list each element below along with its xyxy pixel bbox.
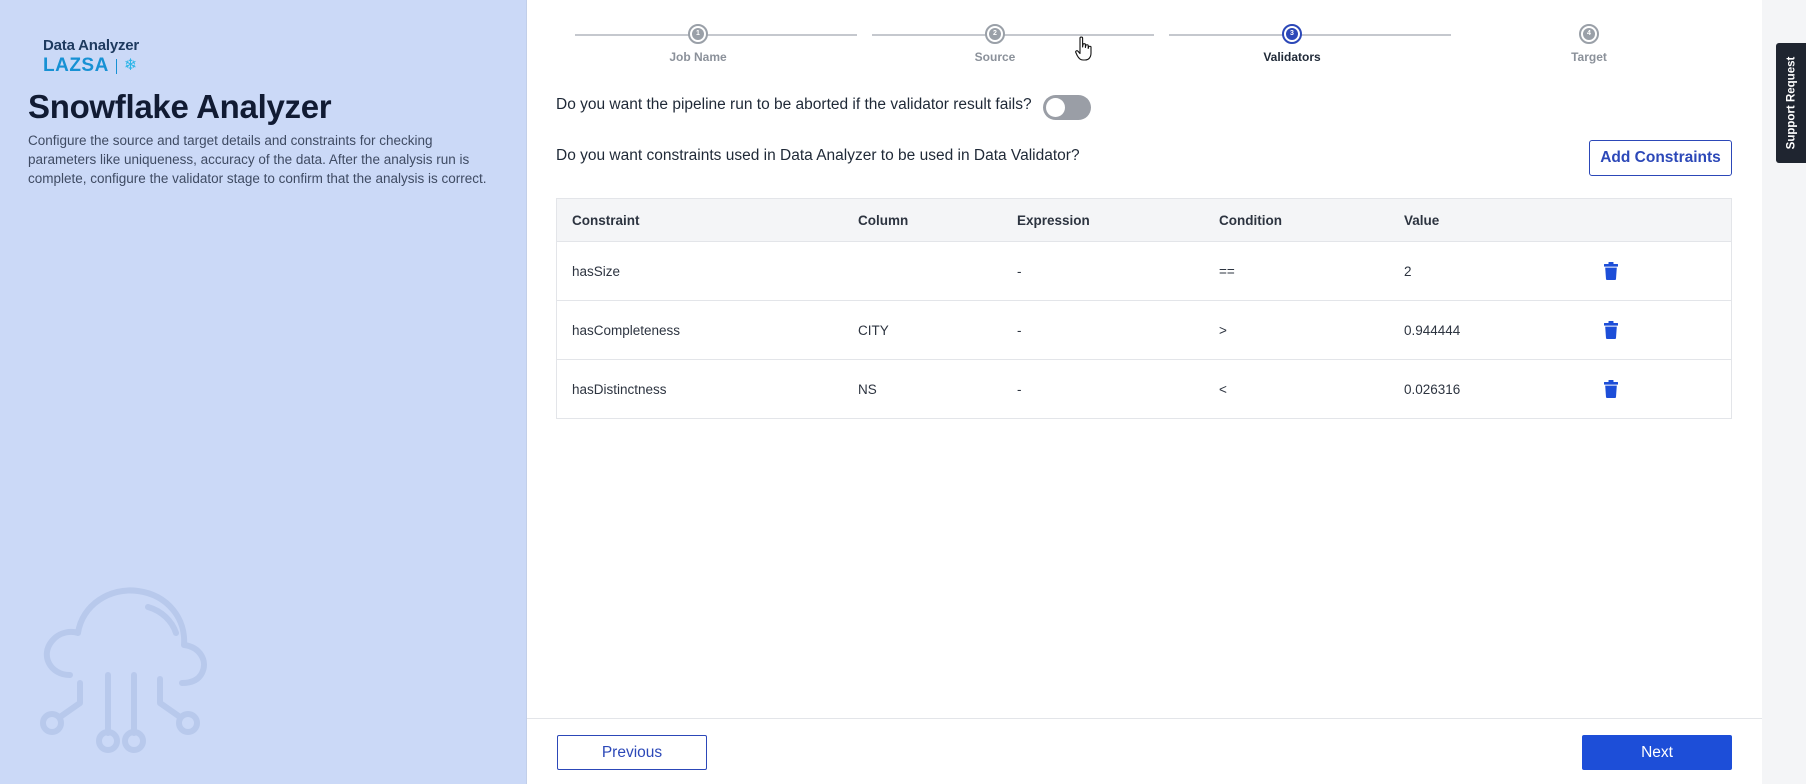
cell-column: CITY	[858, 322, 889, 338]
support-request-tab[interactable]: Support Request	[1776, 43, 1806, 163]
row-actions	[1604, 301, 1618, 359]
cell-column: NS	[858, 381, 877, 397]
header-condition: Condition	[1219, 212, 1282, 228]
intro-panel: Data Analyzer LAZSA ❄ Snowflake Analyzer…	[0, 0, 527, 784]
header-value: Value	[1404, 212, 1440, 228]
step-label: Target	[1571, 50, 1607, 64]
brand-divider	[115, 58, 117, 74]
step-label: Validators	[1263, 50, 1321, 64]
step-indicator: 3	[1282, 24, 1302, 44]
footer-divider	[527, 718, 1762, 719]
step-job-name[interactable]: 1 Job Name	[638, 24, 758, 64]
cell-expression: -	[1017, 322, 1022, 338]
cell-constraint: hasSize	[572, 263, 621, 279]
abort-toggle[interactable]	[1043, 95, 1091, 120]
page-title: Snowflake Analyzer	[28, 88, 332, 125]
next-button[interactable]: Next	[1582, 735, 1732, 770]
snowflake-icon: ❄	[123, 57, 138, 74]
hand-cursor-icon	[1075, 36, 1092, 61]
row-actions	[1604, 242, 1618, 300]
progress-stepper: 1 Job Name 2 Source 3 Validators 4 Targe…	[560, 20, 1705, 80]
trash-icon[interactable]	[1604, 262, 1618, 280]
constraints-table: Constraint Column Expression Condition V…	[556, 198, 1732, 419]
step-label: Job Name	[669, 50, 727, 64]
constraints-question: Do you want constraints used in Data Ana…	[556, 147, 1080, 164]
table-header: Constraint Column Expression Condition V…	[557, 199, 1731, 241]
step-target[interactable]: 4 Target	[1529, 24, 1649, 64]
step-source[interactable]: 2 Source	[935, 24, 1055, 64]
brand-logo: Data Analyzer LAZSA ❄	[43, 37, 139, 77]
cloud-circuit-icon	[40, 587, 207, 753]
cell-condition: >	[1219, 322, 1227, 338]
trash-icon[interactable]	[1604, 321, 1618, 339]
cell-value: 0.026316	[1404, 381, 1461, 397]
support-request-label: Support Request	[1785, 56, 1798, 150]
table-row: hasDistinctness NS - < 0.026316	[557, 359, 1731, 418]
header-column: Column	[858, 212, 909, 228]
header-expression: Expression	[1017, 212, 1090, 228]
cell-expression: -	[1017, 263, 1022, 279]
cell-constraint: hasCompleteness	[572, 322, 681, 338]
step-validators[interactable]: 3 Validators	[1232, 24, 1352, 64]
trash-icon[interactable]	[1604, 380, 1618, 398]
cell-expression: -	[1017, 381, 1022, 397]
cell-value: 2	[1404, 263, 1412, 279]
header-constraint: Constraint	[572, 212, 640, 228]
abort-question: Do you want the pipeline run to be abort…	[556, 96, 1032, 113]
step-indicator: 2	[985, 24, 1005, 44]
toggle-knob	[1046, 98, 1065, 117]
cell-value: 0.944444	[1404, 322, 1461, 338]
page-description: Configure the source and target details …	[28, 133, 487, 186]
table-row: hasSize - == 2	[557, 241, 1731, 300]
add-constraints-button[interactable]: Add Constraints	[1589, 140, 1732, 176]
brand-name: LAZSA	[43, 55, 109, 76]
cell-condition: <	[1219, 381, 1227, 397]
row-actions	[1604, 360, 1618, 418]
previous-button[interactable]: Previous	[557, 735, 707, 770]
table-row: hasCompleteness CITY - > 0.944444	[557, 300, 1731, 359]
step-label: Source	[974, 50, 1016, 64]
step-indicator: 1	[688, 24, 708, 44]
brand-product: Data Analyzer	[43, 37, 140, 54]
cell-condition: ==	[1219, 263, 1235, 279]
step-indicator: 4	[1579, 24, 1599, 44]
cell-constraint: hasDistinctness	[572, 381, 667, 397]
